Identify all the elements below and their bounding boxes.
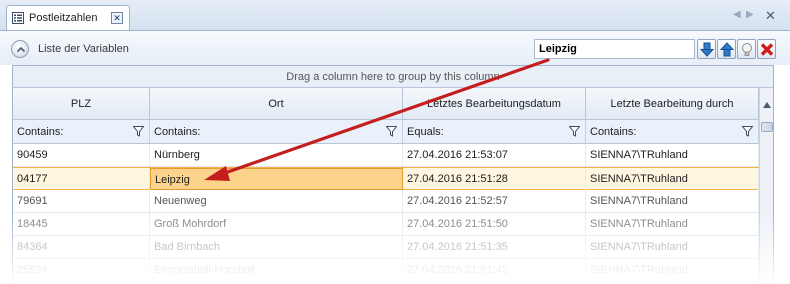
cell-user[interactable]: SIENNA7\TRuhland: [586, 190, 759, 212]
cell-ort[interactable]: Neuenweg: [150, 190, 403, 212]
cell-ort[interactable]: Groß Mohrdorf: [150, 213, 403, 235]
list-icon: [12, 12, 24, 24]
column-header-user[interactable]: Letzte Bearbeitung durch: [586, 88, 759, 120]
filter-ort-label: Contains:: [154, 126, 201, 138]
cell-user[interactable]: SIENNA7\TRuhland: [586, 213, 759, 235]
search-up-button[interactable]: [717, 39, 736, 59]
filter-ort[interactable]: Contains:: [150, 120, 403, 144]
lightbulb-icon: [742, 43, 752, 56]
cell-datum[interactable]: 27.04.2016 21:51:42: [403, 259, 586, 281]
variables-panel: Liste der Variablen Leipzig Drag a colum…: [0, 30, 790, 284]
scroll-up-icon[interactable]: [761, 88, 773, 120]
table-row-selected[interactable]: 04177 Leipzig 27.04.2016 21:51:28 SIENNA…: [13, 167, 759, 190]
table-row[interactable]: 25924 Emmelsbüll-Horsbüll 27.04.2016 21:…: [13, 259, 759, 282]
cell-ort[interactable]: Nürnberg: [150, 144, 403, 166]
cell-user[interactable]: SIENNA7\TRuhland: [586, 144, 759, 166]
cell-datum[interactable]: 27.04.2016 21:52:57: [403, 190, 586, 212]
filter-datum[interactable]: Equals:: [403, 120, 586, 144]
cell-user[interactable]: SIENNA7\TRuhland: [586, 259, 759, 281]
filter-icon[interactable]: [569, 126, 580, 137]
search-input[interactable]: [534, 39, 695, 59]
column-header-plz[interactable]: PLZ: [13, 88, 150, 120]
filter-plz-label: Contains:: [17, 126, 64, 138]
tab-scroll-right-icon[interactable]: ▶: [746, 9, 754, 20]
cell-plz[interactable]: 04177: [13, 168, 150, 190]
vertical-scrollbar[interactable]: [759, 88, 773, 284]
cell-datum[interactable]: 27.04.2016 21:51:28: [403, 168, 586, 190]
cell-plz[interactable]: 79691: [13, 190, 150, 212]
column-header-datum[interactable]: Letztes Bearbeitungsdatum: [403, 88, 586, 120]
collapse-button[interactable]: [11, 40, 29, 58]
window-frame: Postleitzahlen ✕ ◀ ▶ ✕ Liste der Variabl…: [0, 0, 790, 284]
column-header-ort[interactable]: Ort: [150, 88, 403, 120]
filter-icon[interactable]: [742, 126, 753, 137]
search-down-button[interactable]: [697, 39, 716, 59]
cell-plz[interactable]: 25924: [13, 259, 150, 281]
close-red-icon: [760, 43, 774, 56]
table-row[interactable]: 84364 Bad Birnbach 27.04.2016 21:51:35 S…: [13, 236, 759, 259]
filter-datum-label: Equals:: [407, 126, 444, 138]
cell-user[interactable]: SIENNA7\TRuhland: [586, 168, 759, 190]
filter-plz[interactable]: Contains:: [13, 120, 150, 144]
cell-datum[interactable]: 27.04.2016 21:51:35: [403, 236, 586, 258]
filter-user[interactable]: Contains:: [586, 120, 759, 144]
filter-user-label: Contains:: [590, 126, 637, 138]
table-row[interactable]: 18445 Groß Mohrdorf 27.04.2016 21:51:50 …: [13, 213, 759, 236]
table-row[interactable]: 90459 Nürnberg 27.04.2016 21:53:07 SIENN…: [13, 144, 759, 167]
window-close-icon[interactable]: ✕: [765, 8, 776, 24]
filter-icon[interactable]: [386, 126, 397, 137]
panel-toolbar: Liste der Variablen: [0, 31, 790, 65]
search-clear-button[interactable]: [757, 39, 776, 59]
search-hint-button[interactable]: [737, 39, 756, 59]
table-row[interactable]: 79691 Neuenweg 27.04.2016 21:52:57 SIENN…: [13, 190, 759, 213]
cell-datum[interactable]: 27.04.2016 21:51:50: [403, 213, 586, 235]
panel-title: Liste der Variablen: [38, 43, 129, 55]
cell-ort-focused[interactable]: Leipzig: [150, 168, 403, 190]
arrow-up-icon: [720, 42, 734, 57]
arrow-down-icon: [700, 42, 714, 57]
tab-scroll-left-icon[interactable]: ◀: [733, 9, 741, 20]
tab-postleitzahlen[interactable]: Postleitzahlen ✕: [6, 5, 130, 30]
chevron-up-icon: [16, 46, 26, 53]
tab-close-icon[interactable]: ✕: [111, 12, 123, 24]
cell-plz[interactable]: 18445: [13, 213, 150, 235]
cell-user[interactable]: SIENNA7\TRuhland: [586, 236, 759, 258]
data-grid: Drag a column here to group by this colu…: [12, 65, 774, 284]
cell-plz[interactable]: 90459: [13, 144, 150, 166]
filter-icon[interactable]: [133, 126, 144, 137]
tab-label: Postleitzahlen: [29, 12, 98, 24]
cell-datum[interactable]: 27.04.2016 21:53:07: [403, 144, 586, 166]
scrollbar-thumb[interactable]: [761, 122, 773, 132]
group-by-panel[interactable]: Drag a column here to group by this colu…: [13, 66, 773, 88]
cell-ort[interactable]: Bad Birnbach: [150, 236, 403, 258]
cell-ort[interactable]: Emmelsbüll-Horsbüll: [150, 259, 403, 281]
tab-strip: Postleitzahlen ✕ ◀ ▶ ✕: [0, 0, 790, 30]
cell-plz[interactable]: 84364: [13, 236, 150, 258]
